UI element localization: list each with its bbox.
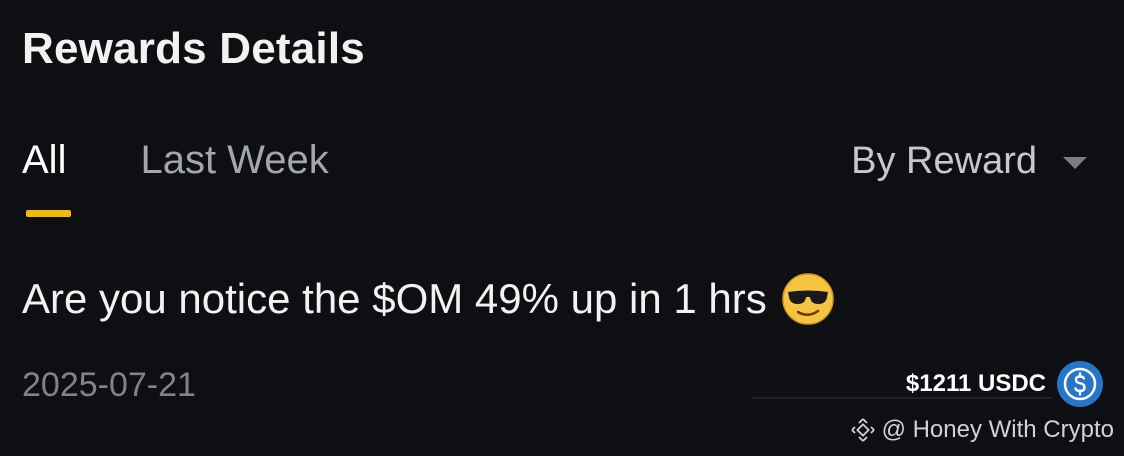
- reward-amount: $1211 USDC: [905, 370, 1046, 397]
- active-tab-indicator: [26, 210, 71, 217]
- tab-last-week[interactable]: Last Week: [140, 136, 328, 186]
- binance-logo-icon: [850, 417, 876, 443]
- usdc-icon: [1056, 360, 1104, 408]
- reward-message: Are you notice the $OM 49% up in 1 hrs: [22, 272, 835, 326]
- caret-down-icon: [1063, 157, 1087, 169]
- reward-date: 2025-07-21: [22, 366, 196, 404]
- sunglasses-emoji-icon: [781, 272, 835, 326]
- watermark-text: @ Honey With Crypto: [881, 416, 1114, 443]
- tab-all[interactable]: All: [22, 136, 66, 186]
- sort-dropdown[interactable]: By Reward: [851, 138, 1087, 184]
- watermark: @ Honey With Crypto: [850, 414, 1114, 446]
- sort-dropdown-label: By Reward: [851, 140, 1037, 182]
- reward-message-text: Are you notice the $OM 49% up in 1 hrs: [22, 275, 767, 322]
- tab-bar: All Last Week: [22, 136, 329, 186]
- page-title: Rewards Details: [22, 24, 365, 73]
